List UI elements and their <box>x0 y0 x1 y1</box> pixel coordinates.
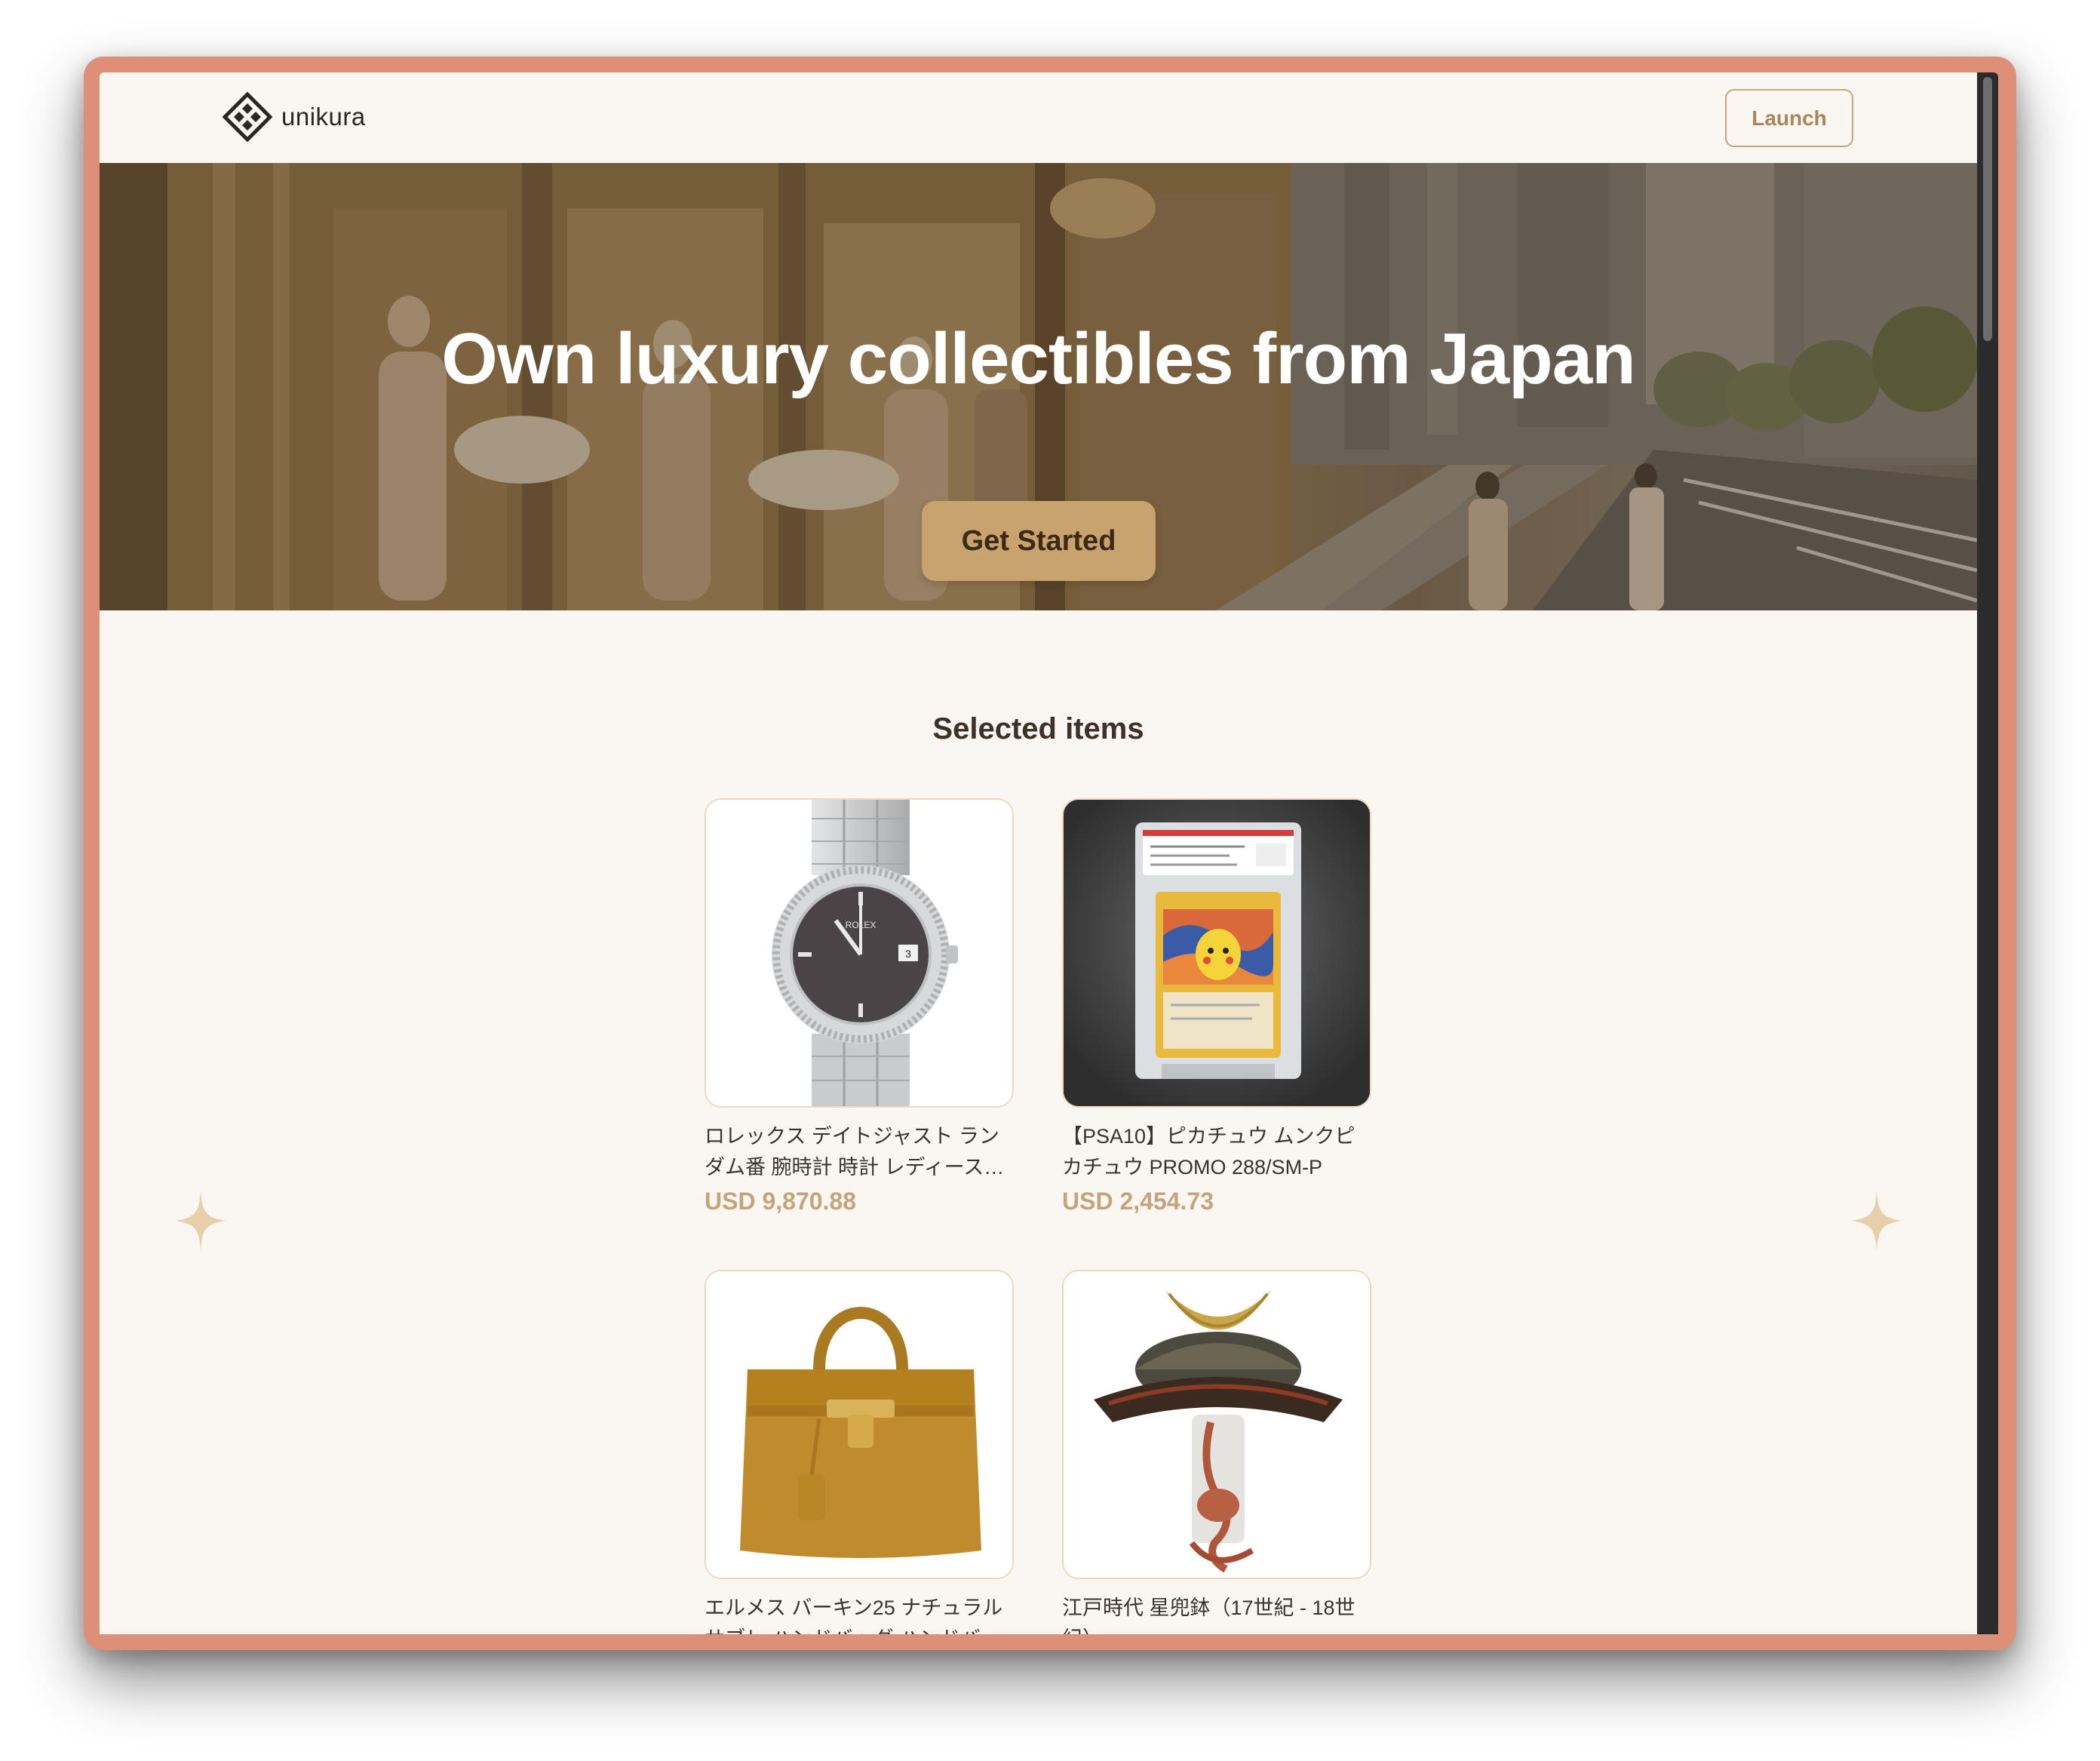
graded-card-icon <box>1064 800 1370 1106</box>
brand-name: unikura <box>281 103 366 131</box>
item-image[interactable]: 3 ROLEX <box>705 798 1014 1108</box>
selected-items-heading: Selected items <box>932 712 1144 745</box>
item-card[interactable]: エルメス バーキン25 ナチュラルサブレ ハンドバッグ ハンドバッ… <box>705 1270 1014 1634</box>
item-title[interactable]: エルメス バーキン25 ナチュラルサブレ ハンドバッグ ハンドバッ… <box>705 1593 1014 1634</box>
diamond-logo-icon <box>223 92 272 142</box>
item-price: USD 9,870.88 <box>705 1188 857 1215</box>
sparkle-icon <box>1851 1191 1902 1251</box>
item-card[interactable]: 3 ROLEX ロレックス デイトジャスト ランダム番 腕時計 時計 レディース… <box>705 798 1014 1215</box>
watch-icon: 3 ROLEX <box>706 800 1012 1106</box>
svg-text:ROLEX: ROLEX <box>846 920 877 930</box>
get-started-button[interactable]: Get Started <box>922 501 1156 581</box>
handbag-icon <box>706 1271 1012 1578</box>
item-card[interactable]: 江戸時代 星兜鉢（17世紀 - 18世紀） <box>1062 1270 1371 1634</box>
browser-window: unikura Launch Own luxury collectibles f… <box>84 57 2016 1650</box>
page-viewport[interactable]: unikura Launch Own luxury collectibles f… <box>100 72 1998 1634</box>
item-image[interactable] <box>705 1270 1014 1579</box>
sparkle-icon <box>175 1191 226 1251</box>
launch-button[interactable]: Launch <box>1725 89 1853 147</box>
item-price: USD 2,454.73 <box>1062 1188 1214 1215</box>
hero-title: Own luxury collectibles from Japan <box>441 318 1635 399</box>
hero-banner: Own luxury collectibles from Japan Get S… <box>100 163 1977 610</box>
scrollbar[interactable] <box>1977 72 1998 1634</box>
svg-text:3: 3 <box>905 948 911 960</box>
scrollbar-thumb[interactable] <box>1983 77 1992 341</box>
item-image[interactable] <box>1062 1270 1371 1579</box>
samurai-helmet-icon <box>1064 1271 1370 1578</box>
site-header: unikura Launch <box>100 72 1977 163</box>
brand-logo[interactable]: unikura <box>223 92 366 142</box>
item-card[interactable]: 【PSA10】ピカチュウ ムンクピカチュウ PROMO 288/SM-P USD… <box>1062 798 1371 1215</box>
item-title[interactable]: 江戸時代 星兜鉢（17世紀 - 18世紀） <box>1062 1593 1371 1634</box>
item-image[interactable] <box>1062 798 1371 1108</box>
item-title[interactable]: ロレックス デイトジャスト ランダム番 腕時計 時計 レディース… <box>705 1121 1014 1183</box>
item-title[interactable]: 【PSA10】ピカチュウ ムンクピカチュウ PROMO 288/SM-P <box>1062 1121 1371 1183</box>
